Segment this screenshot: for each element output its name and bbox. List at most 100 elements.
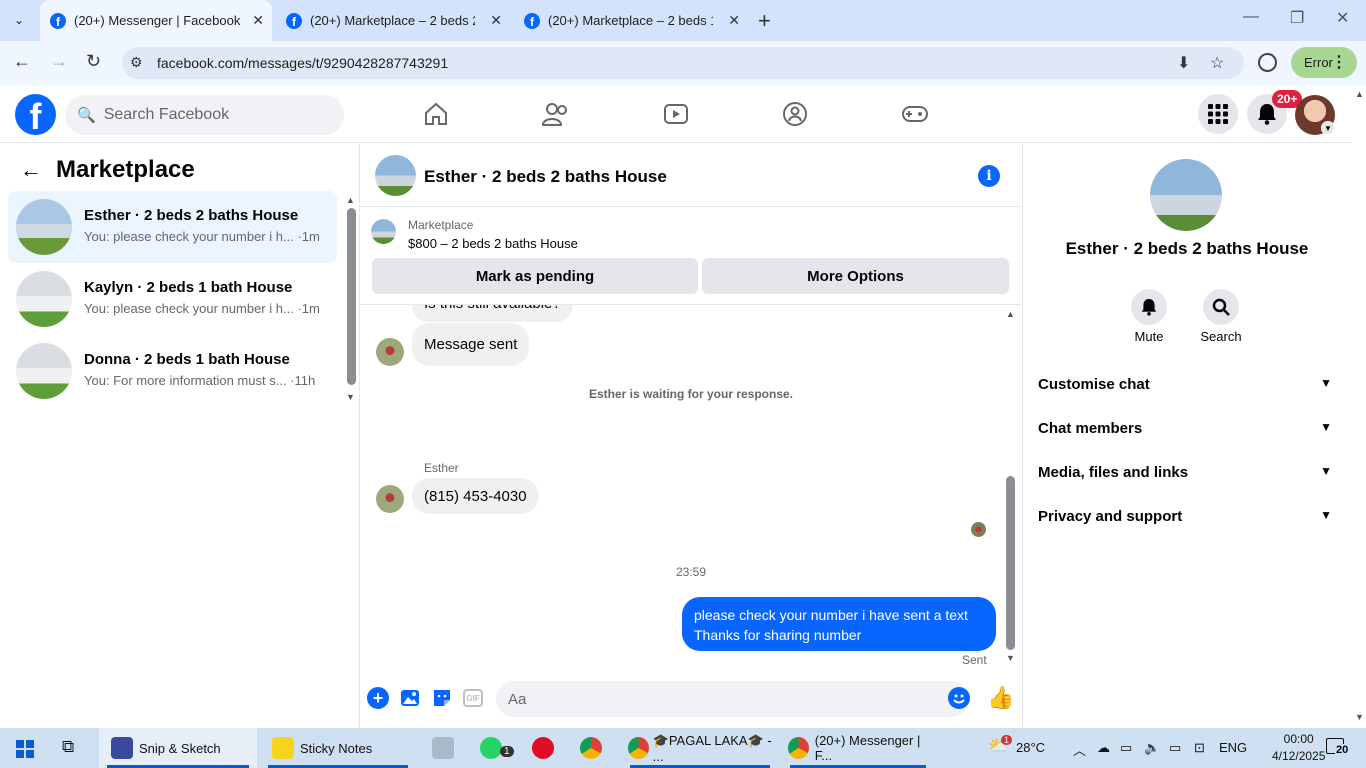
- task-view-icon[interactable]: ⧉: [62, 737, 74, 757]
- forward-icon[interactable]: →: [50, 51, 68, 72]
- tab-search-button[interactable]: ⌄: [6, 8, 32, 32]
- mute-label: Mute: [1134, 329, 1164, 344]
- mark-as-pending-button[interactable]: Mark as pending: [372, 258, 698, 294]
- customise-chat-row[interactable]: Customise chat ▼: [1038, 376, 1338, 393]
- scroll-down-arrow-icon[interactable]: ▼: [1355, 712, 1364, 722]
- taskbar-chrome-messenger[interactable]: (20+) Messenger | F...: [782, 728, 934, 768]
- more-options-button[interactable]: More Options: [702, 258, 1009, 294]
- windows-start-icon[interactable]: [16, 740, 34, 758]
- tray-chevron-up-icon[interactable]: ︿: [1073, 740, 1086, 759]
- gaming-icon[interactable]: [901, 100, 929, 128]
- sender-avatar[interactable]: [376, 338, 404, 366]
- menu-grid-icon[interactable]: [1198, 94, 1238, 134]
- home-icon[interactable]: [422, 100, 450, 128]
- chat-members-row[interactable]: Chat members ▼: [1038, 420, 1338, 437]
- battery-icon[interactable]: ▭: [1169, 740, 1181, 756]
- profile-icon[interactable]: [1258, 53, 1277, 72]
- scroll-down-arrow-icon[interactable]: ▼: [1006, 653, 1015, 663]
- tab-marketplace-1[interactable]: f (20+) Marketplace – 2 beds 2 b ✕: [276, 0, 510, 41]
- tab-close-icon[interactable]: ✕: [728, 12, 740, 29]
- bookmark-star-icon[interactable]: ☆: [1210, 53, 1224, 73]
- display-icon[interactable]: ⊡: [1194, 740, 1205, 756]
- listing-thumbnail: [16, 343, 72, 399]
- thread-scrollbar[interactable]: [1006, 476, 1015, 650]
- sticker-icon[interactable]: [431, 687, 453, 709]
- like-thumb-icon[interactable]: 👍: [987, 685, 1014, 711]
- tab-close-icon[interactable]: ✕: [252, 12, 264, 29]
- facebook-favicon-icon: f: [524, 12, 540, 29]
- address-bar[interactable]: ⚙ facebook.com/messages/t/92904282877432…: [122, 47, 1244, 79]
- friends-icon[interactable]: [542, 100, 570, 128]
- privacy-support-row[interactable]: Privacy and support ▼: [1038, 508, 1338, 525]
- back-icon[interactable]: ←: [13, 51, 31, 72]
- chat-name[interactable]: Esther · 2 beds 2 baths House: [424, 167, 667, 187]
- chevron-down-icon: ▼: [1320, 376, 1332, 390]
- back-arrow-icon[interactable]: ←: [20, 157, 42, 183]
- new-tab-icon[interactable]: +: [758, 8, 771, 34]
- scroll-up-arrow-icon[interactable]: ▲: [346, 195, 355, 205]
- taskbar-whatsapp[interactable]: 1: [480, 728, 516, 768]
- gif-icon[interactable]: GIF: [463, 689, 483, 707]
- taskbar-label: Sticky Notes: [300, 740, 373, 756]
- row-label: Media, files and links: [1038, 464, 1189, 481]
- close-window-icon[interactable]: ✕: [1336, 8, 1349, 28]
- language-indicator[interactable]: ENG: [1219, 740, 1247, 755]
- error-label: Error: [1304, 55, 1333, 70]
- conversation-item[interactable]: Kaylyn · 2 beds 1 bath House You: please…: [8, 263, 337, 335]
- restore-icon[interactable]: ❐: [1290, 8, 1304, 28]
- install-app-icon[interactable]: ⬇: [1177, 53, 1190, 73]
- scroll-down-arrow-icon[interactable]: ▼: [346, 392, 355, 402]
- chevron-down-icon[interactable]: ▼: [1321, 121, 1335, 135]
- notification-center-icon[interactable]: 20: [1326, 738, 1350, 756]
- scroll-up-arrow-icon[interactable]: ▲: [1006, 309, 1015, 319]
- sticky-notes-icon: [272, 737, 294, 759]
- chat-large-avatar[interactable]: [1150, 159, 1222, 231]
- volume-icon[interactable]: 🔈: [1144, 740, 1160, 756]
- message-input[interactable]: Aa: [496, 681, 969, 717]
- mute-bell-icon[interactable]: [1131, 289, 1167, 325]
- facebook-search-input[interactable]: 🔍 Search Facebook: [65, 95, 344, 135]
- reload-icon[interactable]: ↻: [86, 51, 101, 72]
- error-button[interactable]: Error ⋮: [1291, 47, 1357, 78]
- onedrive-icon[interactable]: ☁: [1097, 740, 1110, 756]
- tab-close-icon[interactable]: ✕: [490, 12, 502, 29]
- incoming-message-bubble: (815) 453-4030: [412, 478, 539, 514]
- outgoing-line: please check your number i have sent a t…: [694, 607, 968, 623]
- page-scrollbar[interactable]: ▲ ▼: [1352, 85, 1366, 728]
- chat-avatar[interactable]: [375, 155, 416, 196]
- chevron-down-icon: ▼: [1320, 508, 1332, 522]
- sender-avatar[interactable]: [376, 485, 404, 513]
- groups-icon[interactable]: [781, 100, 809, 128]
- listing-thumbnail: [16, 271, 72, 327]
- listing-title[interactable]: $800 – 2 beds 2 baths House: [408, 236, 578, 251]
- video-icon[interactable]: [662, 100, 690, 128]
- taskbar-snip-sketch[interactable]: Snip & Sketch: [99, 728, 257, 768]
- emoji-icon[interactable]: [948, 687, 970, 709]
- taskbar-opera[interactable]: [532, 728, 562, 768]
- weather-temp[interactable]: 28°C: [1016, 740, 1045, 755]
- details-chat-name: Esther · 2 beds 2 baths House: [1065, 239, 1309, 258]
- facebook-logo-icon[interactable]: f: [15, 94, 56, 135]
- photo-icon[interactable]: [399, 687, 421, 709]
- opera-icon: [532, 737, 554, 759]
- scroll-up-arrow-icon[interactable]: ▲: [1355, 89, 1364, 99]
- add-icon[interactable]: +: [367, 687, 389, 709]
- seen-avatar: [971, 522, 986, 537]
- listing-thumbnail[interactable]: [371, 219, 396, 244]
- conversation-item[interactable]: Esther · 2 beds 2 baths House You: pleas…: [8, 191, 337, 263]
- taskbar-chrome-window[interactable]: 🎓PAGAL LAKA🎓 - ...: [622, 728, 778, 768]
- tab-messenger[interactable]: f (20+) Messenger | Facebook ✕: [40, 0, 272, 41]
- tab-marketplace-2[interactable]: f (20+) Marketplace – 2 beds 1 b ✕: [514, 0, 748, 41]
- site-info-icon[interactable]: ⚙: [130, 54, 143, 71]
- list-scrollbar[interactable]: [347, 208, 356, 385]
- conversation-item[interactable]: Donna · 2 beds 1 bath House You: For mor…: [8, 335, 337, 407]
- search-chat-icon[interactable]: [1203, 289, 1239, 325]
- taskbar-app[interactable]: [432, 728, 462, 768]
- network-icon[interactable]: ▭: [1120, 740, 1132, 756]
- minimize-icon[interactable]: —: [1243, 8, 1259, 26]
- taskbar-sticky-notes[interactable]: Sticky Notes: [260, 728, 416, 768]
- media-files-links-row[interactable]: Media, files and links ▼: [1038, 464, 1338, 481]
- clock[interactable]: 00:00 4/12/2025: [1272, 731, 1325, 765]
- taskbar-chrome[interactable]: [580, 728, 610, 768]
- info-icon[interactable]: i: [978, 165, 1000, 187]
